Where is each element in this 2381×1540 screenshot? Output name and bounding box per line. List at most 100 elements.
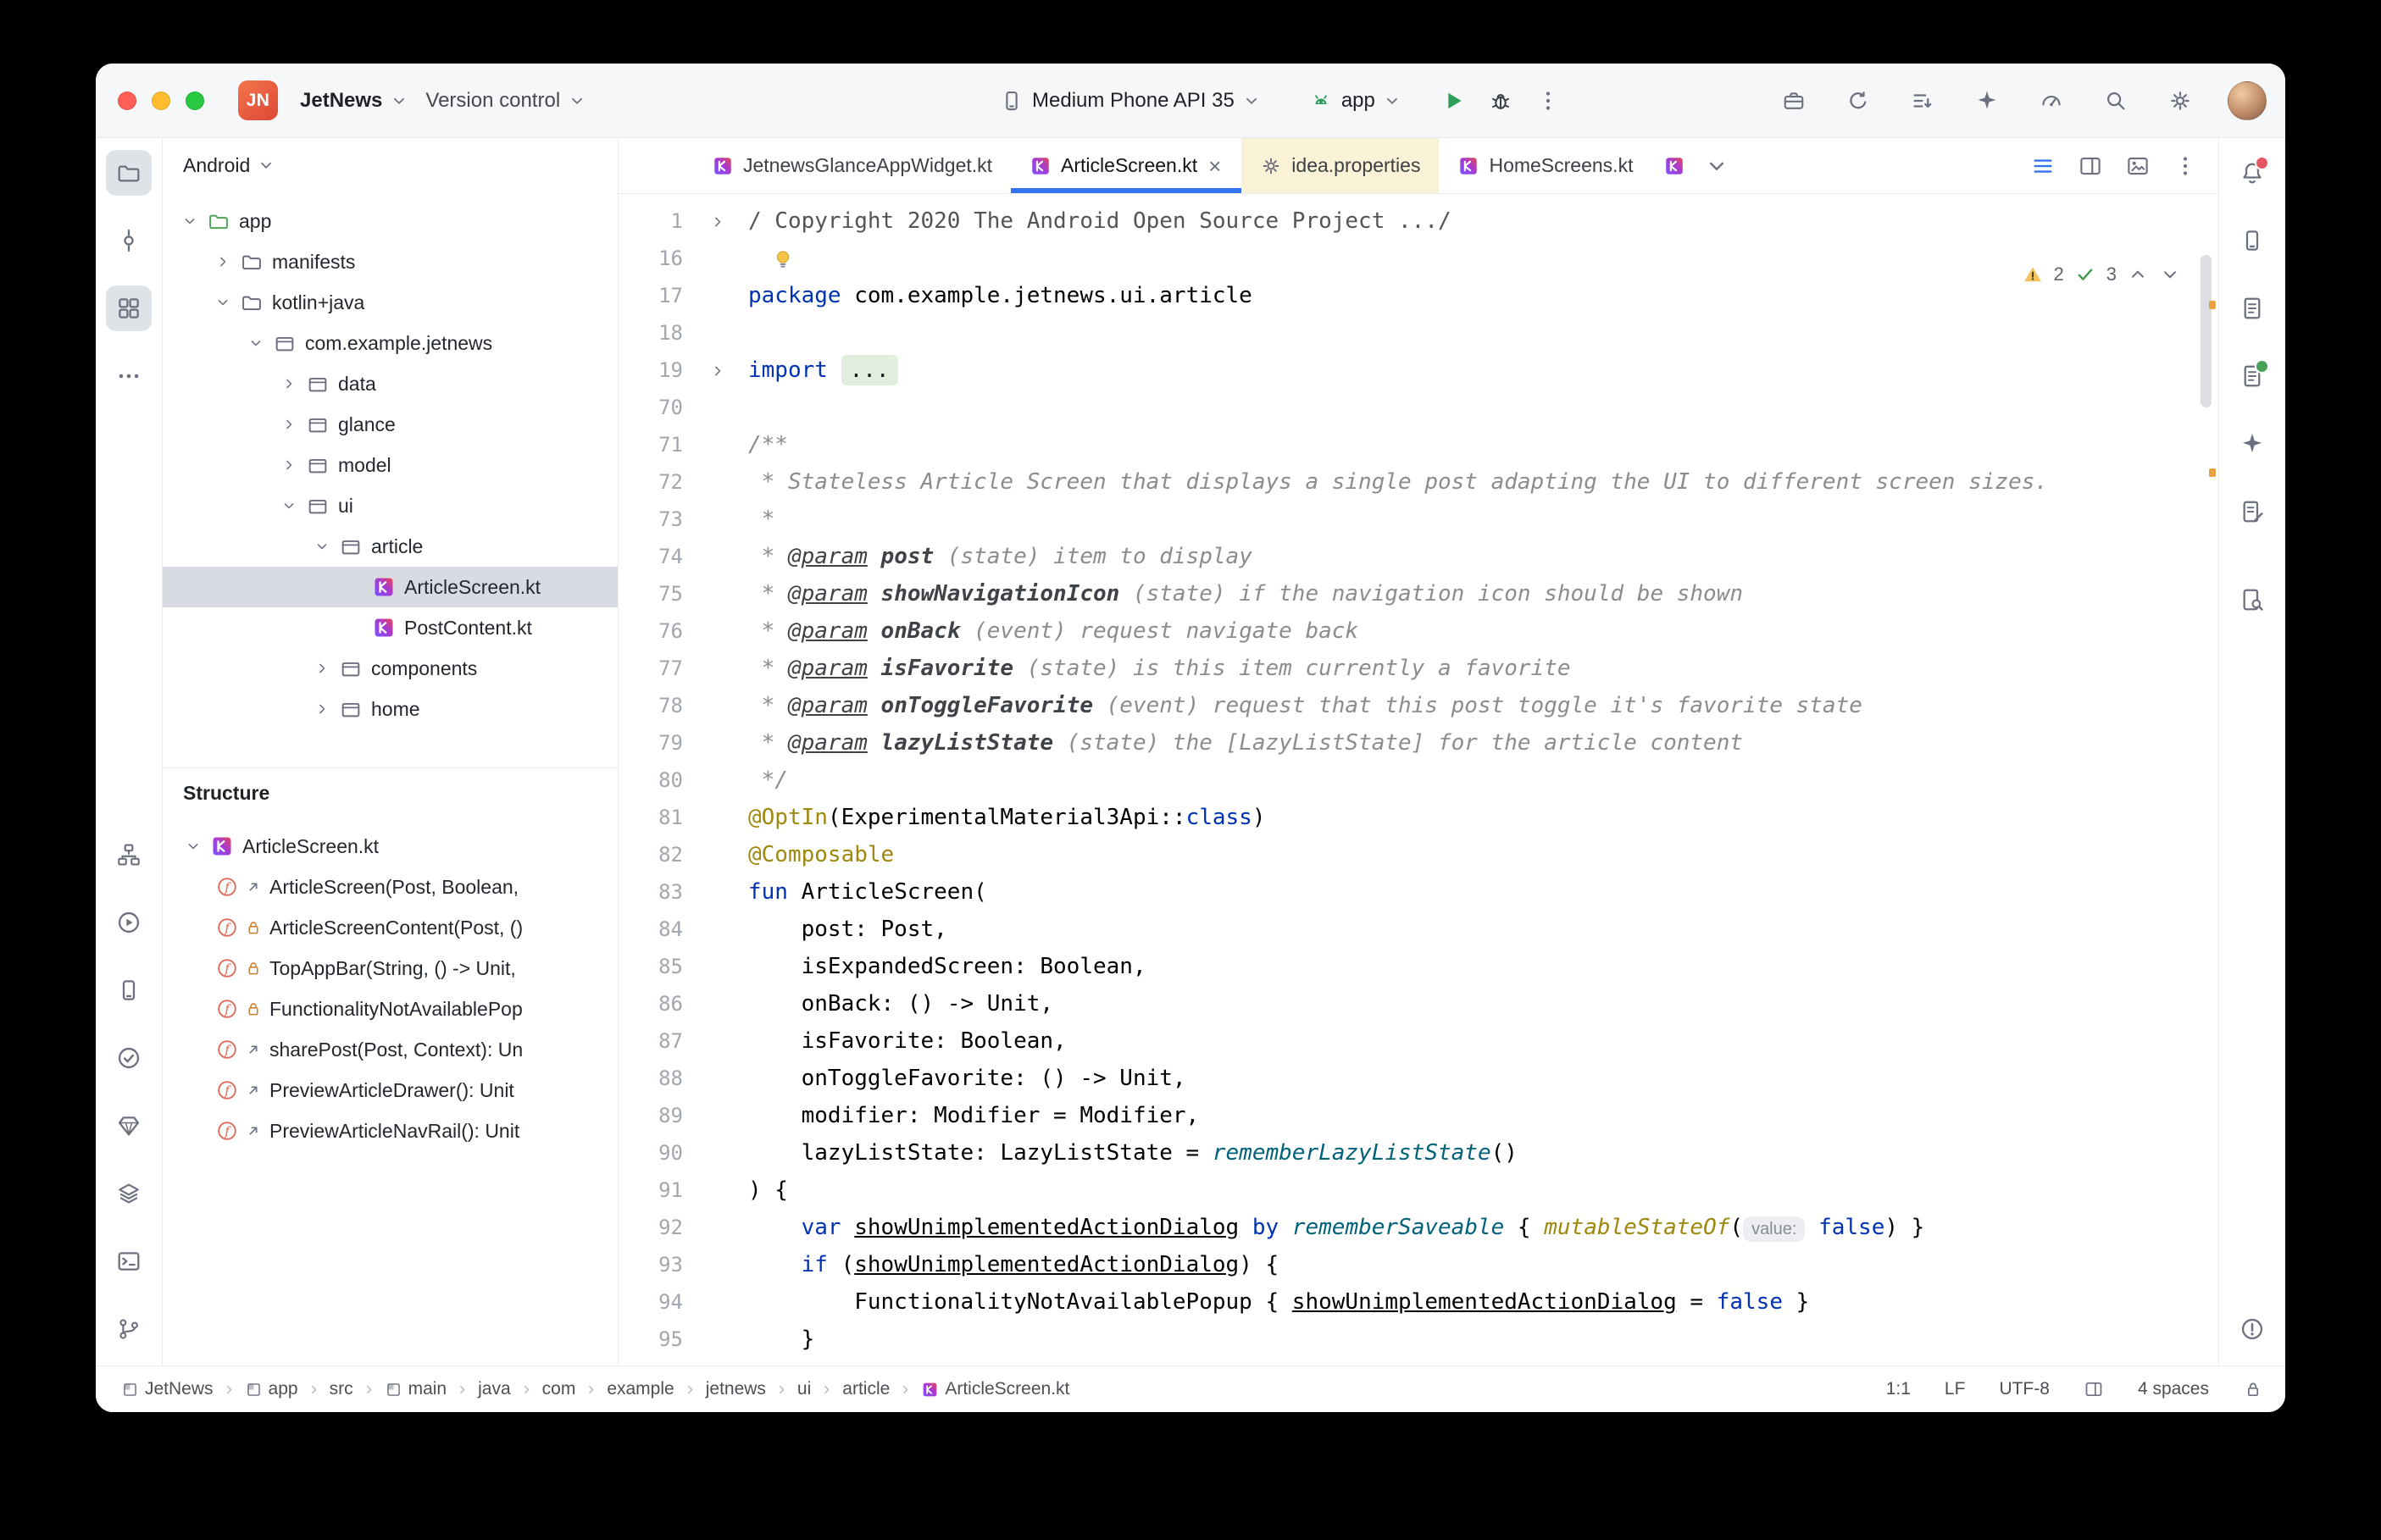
version-control-icon[interactable]: [106, 1306, 152, 1352]
editor-scrollbar[interactable]: [2201, 255, 2212, 407]
breadcrumb-item[interactable]: ui: [794, 1377, 814, 1402]
layout-inspector-icon[interactable]: [2229, 489, 2275, 535]
breadcrumb-item[interactable]: JetNews: [118, 1377, 217, 1402]
file-encoding[interactable]: UTF-8: [1999, 1379, 2050, 1399]
chevron-down-icon[interactable]: [241, 335, 271, 352]
more-tool-windows-icon[interactable]: [106, 353, 152, 399]
breadcrumb-item[interactable]: ArticleScreen.kt: [918, 1377, 1073, 1402]
inspections-widget[interactable]: 2 3: [2015, 260, 2189, 289]
editor-tab[interactable]: [1651, 138, 1697, 193]
tree-node-articlescreen-kt[interactable]: ArticleScreen.kt: [163, 567, 618, 607]
intention-bulb-icon[interactable]: [770, 240, 796, 277]
chevron-up-icon[interactable]: [2127, 263, 2149, 285]
structure-item[interactable]: ArticleScreen(Post, Boolean,: [163, 867, 618, 907]
split-editor-icon[interactable]: [2078, 153, 2103, 179]
breadcrumb-item[interactable]: example: [603, 1377, 677, 1402]
tree-node-ui[interactable]: ui: [163, 485, 618, 526]
device-manager-icon[interactable]: [106, 967, 152, 1013]
fold-chevron-icon[interactable]: [709, 202, 726, 240]
app-quality-insights-icon[interactable]: [106, 1103, 152, 1149]
resource-manager-icon[interactable]: [2229, 285, 2275, 331]
chevron-right-icon[interactable]: [274, 375, 304, 392]
structure-item[interactable]: TopAppBar(String, () -> Unit,: [163, 948, 618, 989]
toolbox-icon[interactable]: [1775, 82, 1812, 119]
tree-node-glance[interactable]: glance: [163, 404, 618, 445]
build-variants-icon[interactable]: [106, 832, 152, 878]
problems-view-icon[interactable]: [2229, 1306, 2275, 1352]
settings-icon[interactable]: [2162, 82, 2199, 119]
breadcrumb-item[interactable]: com: [539, 1377, 580, 1402]
problems-icon[interactable]: [106, 1035, 152, 1081]
structure-item[interactable]: PreviewArticleDrawer(): Unit: [163, 1070, 618, 1111]
ai-assistant-icon[interactable]: [1968, 82, 2006, 119]
profiler-icon[interactable]: [2033, 82, 2070, 119]
breadcrumb-item[interactable]: jetnews: [702, 1377, 769, 1402]
run-button[interactable]: [1434, 81, 1473, 120]
tree-node-model[interactable]: model: [163, 445, 618, 485]
chevron-down-icon[interactable]: [178, 838, 208, 855]
chevron-right-icon[interactable]: [274, 416, 304, 433]
structure-item[interactable]: FunctionalityNotAvailablePop: [163, 989, 618, 1029]
chevron-down-icon[interactable]: [175, 213, 205, 230]
code-editor[interactable]: 1/ Copyright 2020 The Android Open Sourc…: [619, 194, 2218, 1366]
chevron-down-icon[interactable]: [2159, 263, 2181, 285]
project-view-selector[interactable]: Android: [163, 138, 618, 192]
task-list-icon[interactable]: [1904, 82, 1941, 119]
close-tab-icon[interactable]: ×: [1207, 155, 1223, 177]
chevron-right-icon[interactable]: [307, 701, 337, 717]
caret-position[interactable]: 1:1: [1886, 1379, 1911, 1399]
structure-root[interactable]: ArticleScreen.kt: [163, 826, 618, 867]
more-run-actions-button[interactable]: [1529, 81, 1568, 120]
editor-tab[interactable]: ArticleScreen.kt×: [1011, 138, 1241, 193]
chevron-down-icon[interactable]: [208, 294, 238, 311]
vcs-selector[interactable]: Version control: [417, 82, 595, 119]
running-devices-icon[interactable]: [2229, 218, 2275, 263]
chevron-right-icon[interactable]: [307, 660, 337, 677]
minimize-button[interactable]: [152, 91, 170, 110]
editor-layout-status-icon[interactable]: [2084, 1379, 2104, 1399]
zoom-button[interactable]: [186, 91, 204, 110]
breadcrumb-item[interactable]: main: [381, 1377, 451, 1402]
tree-node-data[interactable]: data: [163, 363, 618, 404]
device-explorer-icon[interactable]: [2229, 353, 2275, 399]
terminal-icon[interactable]: [106, 1238, 152, 1284]
app-insights-icon[interactable]: [2229, 577, 2275, 623]
tree-node-com-example-jetnews[interactable]: com.example.jetnews: [163, 323, 618, 363]
tree-node-manifests[interactable]: manifests: [163, 241, 618, 282]
breadcrumb-item[interactable]: article: [839, 1377, 893, 1402]
tree-node-home[interactable]: home: [163, 689, 618, 729]
close-button[interactable]: [118, 91, 136, 110]
line-separator[interactable]: LF: [1945, 1379, 1966, 1399]
tree-node-article[interactable]: article: [163, 526, 618, 567]
run-config-selector[interactable]: app: [1300, 81, 1410, 120]
tree-node-kotlin-java[interactable]: kotlin+java: [163, 282, 618, 323]
fold-chevron-icon[interactable]: [709, 352, 726, 389]
device-selector[interactable]: Medium Phone API 35: [991, 81, 1269, 120]
notifications-icon[interactable]: [2229, 150, 2275, 196]
project-selector[interactable]: JetNews: [291, 82, 417, 119]
editor-tab[interactable]: JetnewsGlanceAppWidget.kt: [693, 138, 1011, 193]
chevron-right-icon[interactable]: [208, 253, 238, 270]
structure-icon[interactable]: [106, 285, 152, 331]
breadcrumb-item[interactable]: app: [241, 1377, 302, 1402]
structure-item[interactable]: ArticleScreenContent(Post, (): [163, 907, 618, 948]
tree-node-app[interactable]: app: [163, 201, 618, 241]
app-logo[interactable]: JN: [238, 80, 278, 120]
editor-options-icon[interactable]: [2173, 153, 2198, 179]
debug-button[interactable]: [1481, 81, 1520, 120]
tree-node-postcontent-kt[interactable]: PostContent.kt: [163, 607, 618, 648]
indent-style[interactable]: 4 spaces: [2138, 1379, 2209, 1399]
editor-tab[interactable]: idea.properties: [1241, 138, 1439, 193]
chevron-down-icon[interactable]: [307, 538, 337, 555]
editor-tab[interactable]: HomeScreens.kt: [1439, 138, 1651, 193]
hidden-tabs-icon[interactable]: [1704, 153, 1729, 179]
run-tool-icon[interactable]: [106, 900, 152, 945]
avatar[interactable]: [2228, 81, 2267, 120]
sync-project-icon[interactable]: [1840, 82, 1877, 119]
screenshot-icon[interactable]: [2125, 153, 2151, 179]
file-lock-icon[interactable]: [2243, 1379, 2263, 1399]
tree-node-components[interactable]: components: [163, 648, 618, 689]
chevron-down-icon[interactable]: [274, 497, 304, 514]
logcat-icon[interactable]: [106, 1171, 152, 1216]
project-icon[interactable]: [106, 150, 152, 196]
